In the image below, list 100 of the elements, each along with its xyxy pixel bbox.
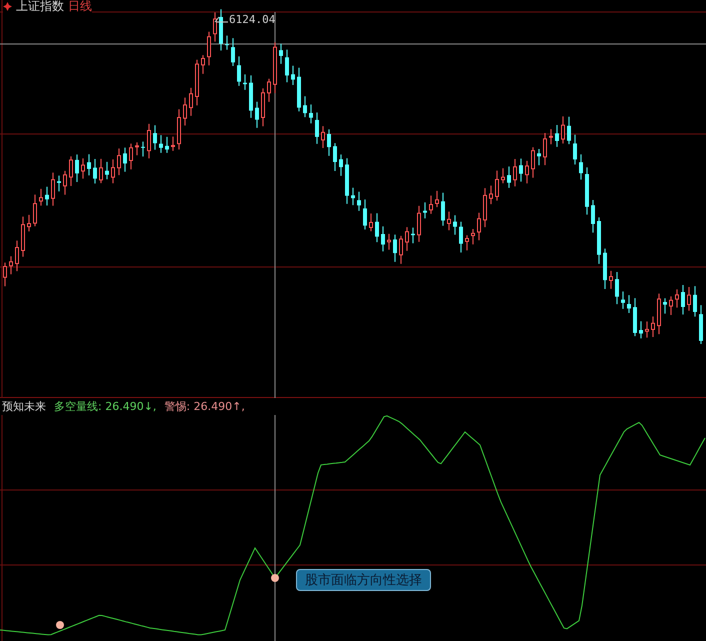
candlestick [33, 194, 37, 227]
candlestick [177, 108, 181, 150]
candlestick [495, 170, 499, 202]
candlestick [279, 43, 283, 64]
candlestick [687, 286, 691, 312]
candlestick [429, 195, 433, 214]
candlestick [75, 154, 79, 182]
candlestick [183, 97, 187, 126]
candlestick [39, 188, 43, 206]
candlestick [555, 124, 559, 148]
candlestick [87, 154, 91, 176]
star-icon[interactable] [3, 2, 12, 11]
candlestick [231, 38, 235, 66]
candlestick [105, 161, 109, 180]
candlestick [339, 154, 343, 176]
candlestick [369, 213, 373, 232]
candlestick [99, 158, 103, 184]
candlestick [453, 214, 457, 236]
candlestick [573, 134, 577, 165]
candlestick [549, 128, 553, 145]
candlestick [51, 172, 55, 206]
candlestick [501, 168, 505, 184]
candlestick [189, 87, 193, 116]
candlestick [675, 288, 679, 308]
arrow-icon [214, 16, 228, 24]
candlestick [435, 190, 439, 208]
candlestick [507, 166, 511, 188]
candlestick [405, 226, 409, 252]
candlestick [393, 234, 397, 262]
candlestick [597, 216, 601, 264]
candlestick [315, 112, 319, 144]
candlestick [681, 284, 685, 315]
candlestick [531, 146, 535, 178]
candlestick [111, 158, 115, 184]
candlestick [327, 128, 331, 156]
candlestick [657, 293, 661, 335]
indicator-reading: 警惕: 26.490↑, [164, 399, 245, 414]
candlestick [321, 126, 325, 148]
candlestick [591, 199, 595, 234]
candlestick [639, 320, 643, 339]
period-label: 日线 [68, 0, 92, 15]
candlestick [261, 88, 265, 127]
candlestick [525, 160, 529, 184]
candlestick [351, 187, 355, 206]
candlestick [585, 166, 589, 216]
candlestick [513, 158, 517, 187]
candlestick [387, 233, 391, 250]
candlestick [489, 185, 493, 205]
candlestick [447, 211, 451, 231]
candlestick [441, 192, 445, 226]
candlestick [483, 188, 487, 228]
candlestick [153, 124, 157, 150]
candlestick [651, 316, 655, 338]
signal-tooltip: 股市面临方向性选择 [296, 569, 431, 591]
candlestick [63, 170, 67, 196]
candlestick [579, 154, 583, 180]
candlestick [333, 142, 337, 172]
candlestick [609, 270, 613, 290]
candlestick [267, 78, 271, 102]
candlestick [543, 132, 547, 166]
candlestick [363, 198, 367, 230]
candlestick [219, 8, 223, 51]
candlestick [699, 304, 703, 344]
candlestick [615, 271, 619, 305]
candlestick [27, 214, 31, 232]
candlestick [201, 54, 205, 74]
candlestick [645, 320, 649, 338]
indicator-reading: 多空量线: 26.490↓, [54, 399, 156, 414]
candlestick [165, 136, 169, 154]
candlestick [459, 221, 463, 253]
candlestick [693, 286, 697, 318]
candlestick [417, 205, 421, 242]
candlestick [213, 12, 217, 42]
candlestick [411, 227, 415, 244]
candlestick [45, 186, 49, 206]
candlestick [357, 191, 361, 212]
candlestick [21, 216, 25, 258]
candlestick [381, 226, 385, 252]
candlestick [345, 158, 349, 204]
candlestick [291, 65, 295, 86]
candlestick [93, 158, 97, 184]
candlestick [537, 148, 541, 166]
candlestick [135, 142, 139, 156]
candlestick [159, 134, 163, 154]
candlestick [519, 158, 523, 182]
candlestick [117, 148, 121, 176]
candlestick [9, 256, 13, 275]
candlestick [81, 158, 85, 180]
candlestick [561, 116, 565, 144]
candlestick [399, 235, 403, 264]
candlestick [225, 35, 229, 50]
candlestick [129, 143, 133, 170]
candlestick [69, 156, 73, 187]
candlestick [633, 298, 637, 337]
candlestick [237, 56, 241, 86]
candlestick [255, 101, 259, 128]
candlestick [207, 31, 211, 66]
candlestick [297, 67, 301, 112]
chart-title: 上证指数 [16, 0, 64, 15]
candlestick [147, 123, 151, 159]
